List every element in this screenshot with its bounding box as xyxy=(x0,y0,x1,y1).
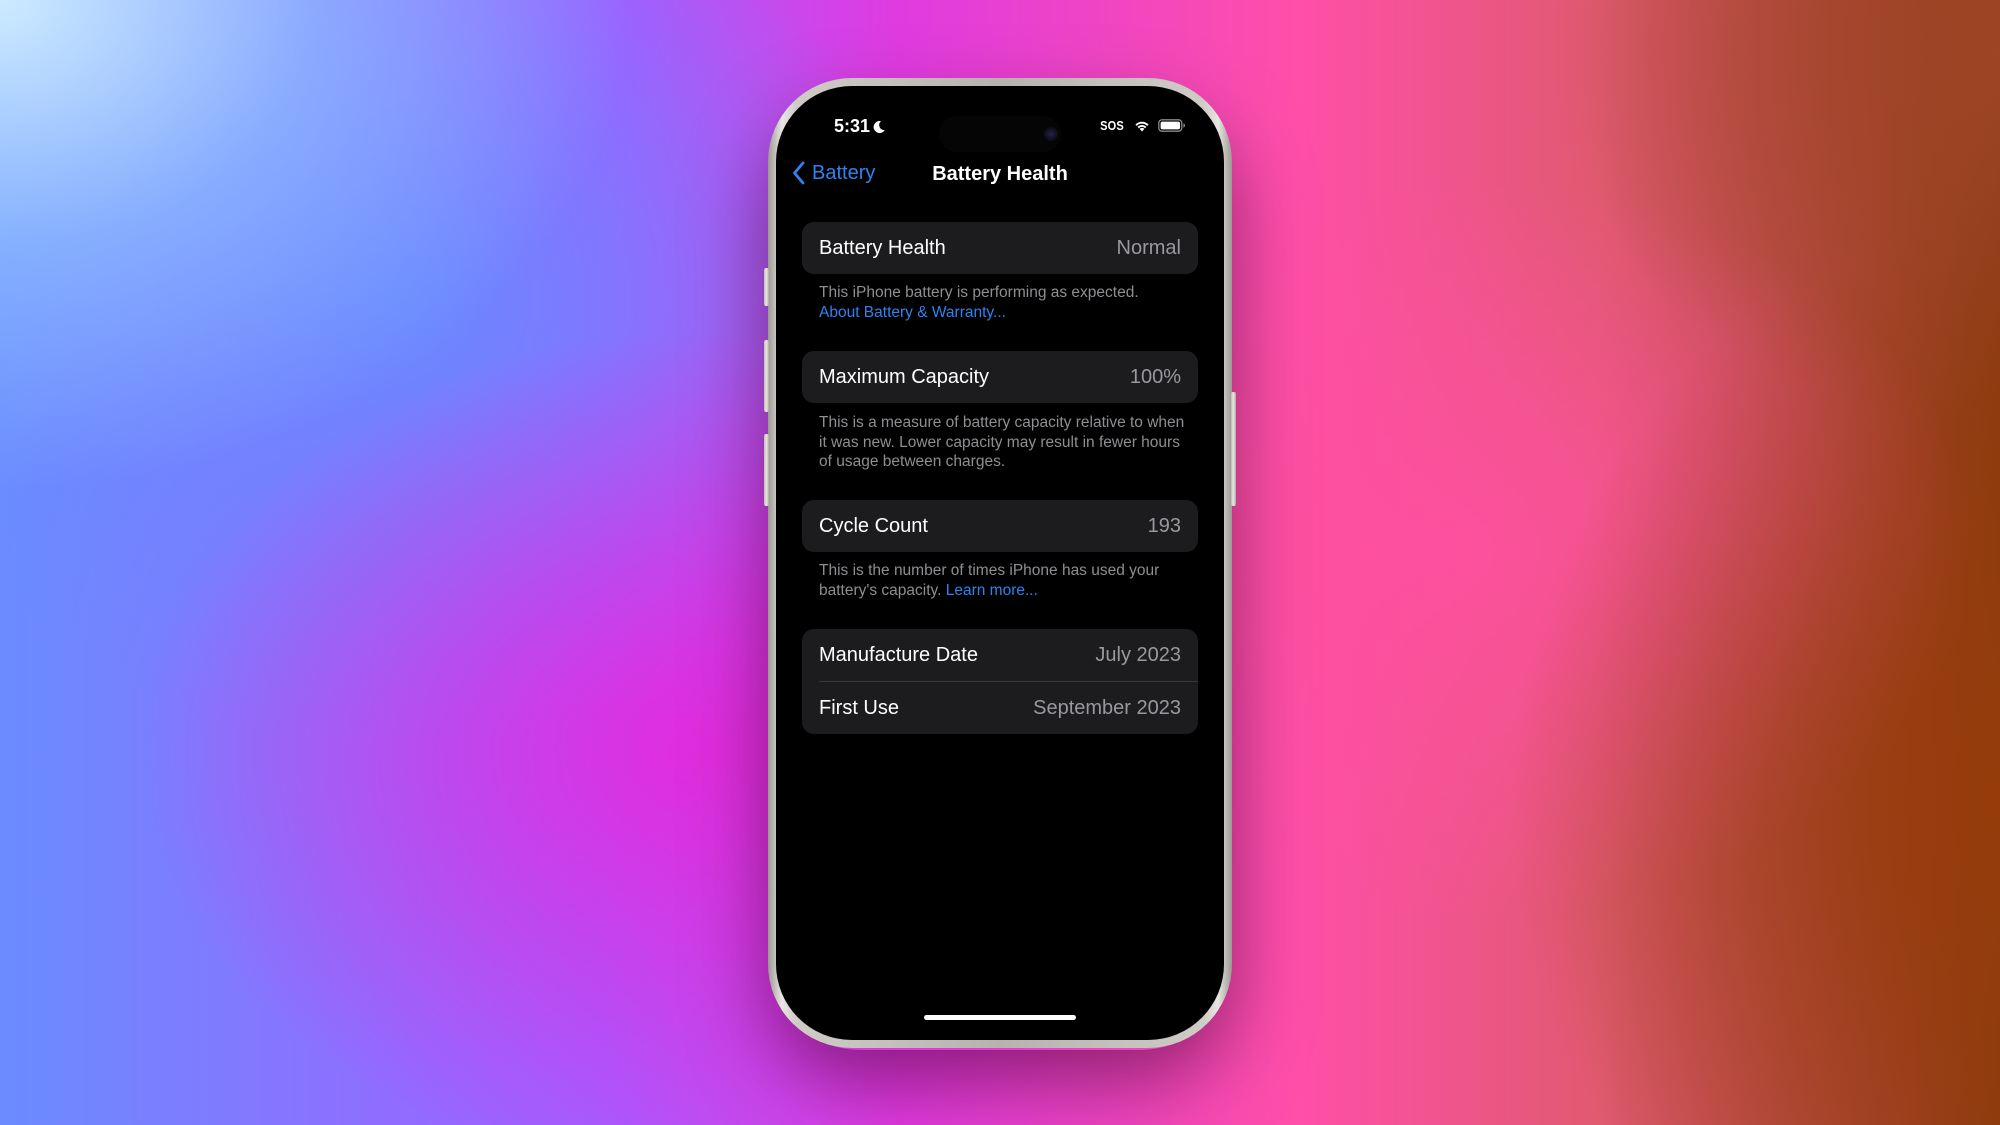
row-value: September 2023 xyxy=(1033,696,1181,719)
row-label: Battery Health xyxy=(819,236,946,259)
dates-card: Manufacture Date July 2023 First Use Sep… xyxy=(802,629,1198,734)
cycle-count-footer: This is the number of times iPhone has u… xyxy=(802,561,1169,600)
action-button xyxy=(764,268,769,306)
maximum-capacity-footer: This is a measure of battery capacity re… xyxy=(802,413,1194,472)
time-label: 5:31 xyxy=(834,116,871,136)
power-button xyxy=(1231,392,1236,506)
battery-health-footer: This iPhone battery is performing as exp… xyxy=(802,283,1199,322)
carrier-label: SOS xyxy=(1100,118,1124,133)
volume-up-button xyxy=(764,340,769,412)
battery-health-card: Battery Health Normal xyxy=(802,222,1198,274)
phone-screen: 5:31 SOS Battery Battery Health Battery … xyxy=(776,86,1224,1040)
page-title: Battery Health xyxy=(932,163,1068,185)
row-value: 100% xyxy=(1129,365,1181,388)
volume-down-button xyxy=(764,434,769,506)
footer-text: This is a measure of battery capacity re… xyxy=(819,414,1185,470)
cycle-count-card: Cycle Count 193 xyxy=(802,500,1198,552)
battery-icon xyxy=(1158,119,1185,132)
dynamic-island xyxy=(939,116,1061,152)
front-camera xyxy=(1044,127,1058,141)
maximum-capacity-card: Maximum Capacity 100% xyxy=(802,351,1198,403)
row-label: First Use xyxy=(819,696,899,719)
footer-text: This iPhone battery is performing as exp… xyxy=(819,284,1139,301)
cycle-count-row: Cycle Count 193 xyxy=(802,500,1198,552)
about-battery-warranty-link[interactable]: About Battery & Warranty... xyxy=(819,304,1006,321)
row-label: Manufacture Date xyxy=(819,643,978,666)
wifi-icon xyxy=(1135,121,1149,131)
battery-health-row: Battery Health Normal xyxy=(802,222,1198,274)
row-value: Normal xyxy=(1116,236,1181,259)
row-value: July 2023 xyxy=(1095,643,1181,666)
row-value: 193 xyxy=(1147,514,1181,537)
moon-icon xyxy=(873,120,885,133)
status-indicators: SOS xyxy=(1098,118,1186,133)
status-time: 5:31 xyxy=(834,116,886,137)
row-label: Cycle Count xyxy=(819,514,928,537)
manufacture-date-row: Manufacture Date July 2023 xyxy=(802,629,1198,681)
learn-more-link[interactable]: Learn more... xyxy=(946,582,1038,599)
home-indicator[interactable] xyxy=(924,1015,1076,1020)
first-use-row: First Use September 2023 xyxy=(802,682,1198,734)
maximum-capacity-row: Maximum Capacity 100% xyxy=(802,351,1198,403)
row-label: Maximum Capacity xyxy=(819,365,990,388)
